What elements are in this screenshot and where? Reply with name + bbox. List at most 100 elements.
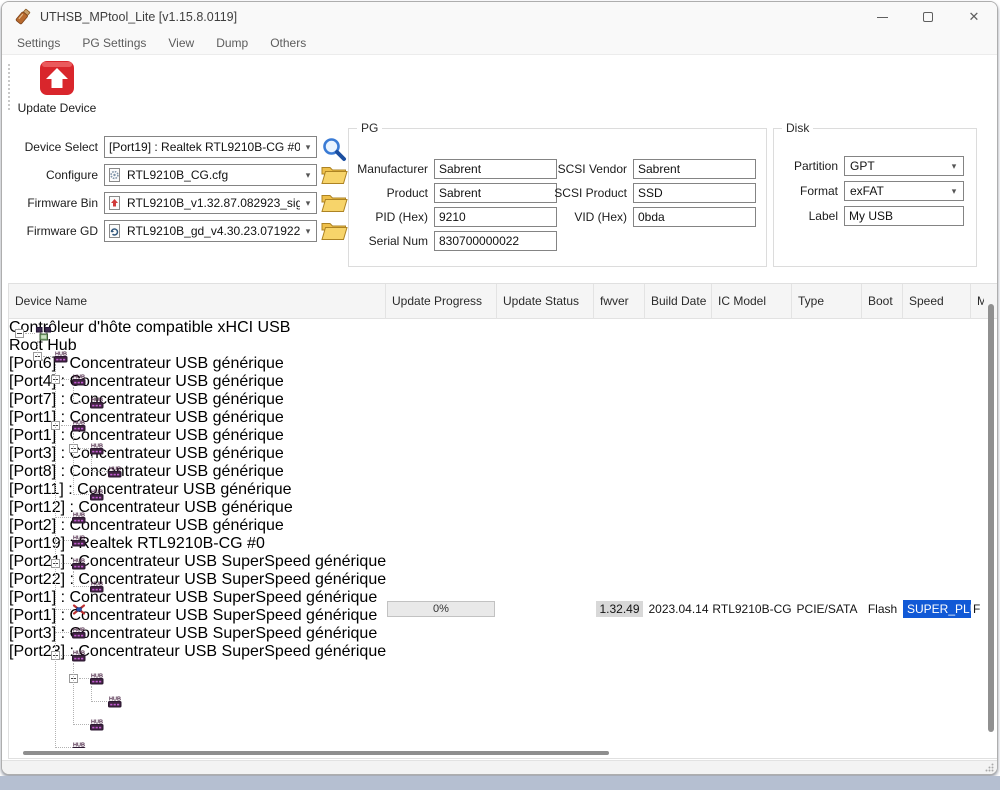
tree-connector bbox=[61, 563, 71, 564]
tree-connector bbox=[73, 402, 89, 403]
browse-folder-button[interactable] bbox=[321, 220, 349, 244]
chevron-down-icon: ▾ bbox=[945, 161, 963, 172]
pid-hex--label: PID (Hex) bbox=[349, 207, 428, 227]
firmware-file-icon bbox=[107, 195, 123, 211]
product-label: Product bbox=[349, 183, 428, 203]
tree-row[interactable] bbox=[9, 460, 981, 483]
device-select-combobox[interactable]: [Port19] : Realtek RTL9210B-CG #0▾ bbox=[104, 136, 317, 158]
tree-row[interactable] bbox=[9, 552, 981, 575]
config-file-icon bbox=[107, 167, 123, 183]
usb-hub-icon: HUB bbox=[90, 396, 105, 410]
ic-model-cell: RTL9210B-CG bbox=[712, 598, 792, 621]
browse-folder-button[interactable] bbox=[321, 192, 349, 216]
tree-row[interactable] bbox=[9, 529, 981, 552]
label-label: Label bbox=[774, 206, 838, 226]
menu-item-dump[interactable]: Dump bbox=[205, 36, 259, 50]
chevron-down-icon: ▾ bbox=[300, 198, 316, 209]
partition-value: GPT bbox=[850, 159, 945, 173]
chevron-down-icon: ▾ bbox=[300, 170, 316, 181]
column-header-boot[interactable]: Boot bbox=[862, 284, 903, 319]
column-header-partial[interactable]: M bbox=[971, 284, 984, 319]
tree-row[interactable] bbox=[9, 667, 981, 690]
column-header-speed[interactable]: Speed bbox=[903, 284, 971, 319]
firmware-gd-combobox[interactable]: RTL9210B_gd_v4.30.23.071922.bin▾ bbox=[104, 220, 317, 242]
tree-connector bbox=[79, 678, 89, 679]
column-header-update-progress[interactable]: Update Progress bbox=[386, 284, 497, 319]
scsi-vendor-input[interactable] bbox=[633, 159, 756, 179]
menu-item-view[interactable]: View bbox=[157, 36, 205, 50]
usb-hub-icon: HUB bbox=[72, 373, 87, 387]
update-device-button[interactable]: Update Device bbox=[18, 58, 96, 120]
column-header-type[interactable]: Type bbox=[792, 284, 862, 319]
partition-combobox[interactable]: GPT ▾ bbox=[844, 156, 964, 176]
vid-hex--label: VID (Hex) bbox=[527, 207, 627, 227]
tree-row[interactable] bbox=[9, 414, 981, 437]
tree-row[interactable] bbox=[9, 690, 981, 713]
device-panel-row: Firmware GDRTL9210B_gd_v4.30.23.071922.b… bbox=[10, 220, 350, 242]
scsi-product-input[interactable] bbox=[633, 183, 756, 203]
tree-row[interactable] bbox=[9, 345, 981, 368]
toolbar: Update Device bbox=[2, 56, 997, 122]
tree-row[interactable] bbox=[9, 322, 981, 345]
close-icon: ✕ bbox=[969, 9, 980, 25]
usb-hub-icon: HUB bbox=[54, 350, 69, 364]
column-header-update-status[interactable]: Update Status bbox=[497, 284, 594, 319]
tree-trunk-line bbox=[73, 433, 74, 495]
column-header-build-date[interactable]: Build Date bbox=[645, 284, 712, 319]
device-panel-row: ConfigureRTL9210B_CG.cfg▾ bbox=[10, 164, 350, 186]
tree-row[interactable] bbox=[9, 621, 981, 644]
tree-row[interactable] bbox=[9, 713, 981, 736]
tree-row[interactable] bbox=[9, 368, 981, 391]
usb-hub-icon: HUB bbox=[72, 649, 87, 663]
vid-hex--input[interactable] bbox=[633, 207, 756, 227]
resize-grip[interactable] bbox=[985, 763, 994, 772]
app-window: UTHSB_MPtool_Lite [v1.15.8.0119] ✕ Setti… bbox=[1, 1, 998, 775]
menu-item-pg-settings[interactable]: PG Settings bbox=[71, 36, 157, 50]
tree-row[interactable] bbox=[9, 506, 981, 529]
tree-connector bbox=[55, 517, 71, 518]
fwver-cell: 1.32.49 bbox=[594, 598, 645, 621]
firmware-bin-combobox[interactable]: RTL9210B_v1.32.87.082923_signed.▾ bbox=[104, 192, 317, 214]
usb-hub-icon: HUB bbox=[90, 580, 105, 594]
tree-row[interactable] bbox=[9, 437, 981, 460]
tree-expander-collapse[interactable] bbox=[15, 329, 24, 338]
search-device-button[interactable] bbox=[321, 136, 349, 160]
tree-connector bbox=[55, 540, 71, 541]
chevron-down-icon: ▾ bbox=[300, 226, 316, 237]
toolbar-grip bbox=[8, 64, 10, 112]
usb-hub-icon: HUB bbox=[72, 741, 87, 748]
tree-row[interactable] bbox=[9, 575, 981, 598]
device-grid: Device NameUpdate ProgressUpdate Statusf… bbox=[8, 283, 998, 759]
combobox-value: RTL9210B_CG.cfg bbox=[127, 168, 300, 182]
tree-row[interactable] bbox=[9, 644, 981, 667]
tree-row[interactable] bbox=[9, 483, 981, 506]
horizontal-scrollbar-thumb[interactable] bbox=[23, 751, 609, 755]
usb-hub-icon: HUB bbox=[108, 465, 123, 479]
tree-row[interactable] bbox=[9, 736, 981, 748]
tree-trunk-line bbox=[55, 364, 56, 748]
configure-combobox[interactable]: RTL9210B_CG.cfg▾ bbox=[104, 164, 317, 186]
close-button[interactable]: ✕ bbox=[951, 2, 997, 32]
update-progress-bar: 0% bbox=[387, 601, 495, 617]
speed-cell: SUPER_PLUS bbox=[903, 598, 971, 621]
column-header-fwver[interactable]: fwver bbox=[594, 284, 645, 319]
column-header-device-name[interactable]: Device Name bbox=[9, 284, 386, 319]
browse-folder-button[interactable] bbox=[321, 164, 349, 188]
vertical-scrollbar-thumb[interactable] bbox=[988, 304, 994, 732]
tree-row[interactable] bbox=[9, 391, 981, 414]
menu-item-others[interactable]: Others bbox=[259, 36, 317, 50]
pg-groupbox: PG ManufacturerProductPID (Hex)Serial Nu… bbox=[348, 128, 767, 267]
usb-hub-icon: HUB bbox=[90, 488, 105, 502]
serial-num-input[interactable] bbox=[434, 231, 557, 251]
column-header-ic-model[interactable]: IC Model bbox=[712, 284, 792, 319]
minimize-button[interactable] bbox=[859, 2, 905, 32]
usb-hub-icon: HUB bbox=[108, 695, 123, 709]
maximize-button[interactable] bbox=[905, 2, 951, 32]
combobox-value: [Port19] : Realtek RTL9210B-CG #0 bbox=[109, 140, 300, 154]
label-input[interactable] bbox=[844, 206, 964, 226]
tree-trunk-line bbox=[91, 456, 92, 472]
menu-item-settings[interactable]: Settings bbox=[6, 36, 71, 50]
manufacturer-label: Manufacturer bbox=[349, 159, 428, 179]
partition-label: Partition bbox=[774, 156, 838, 176]
format-combobox[interactable]: exFAT ▾ bbox=[844, 181, 964, 201]
